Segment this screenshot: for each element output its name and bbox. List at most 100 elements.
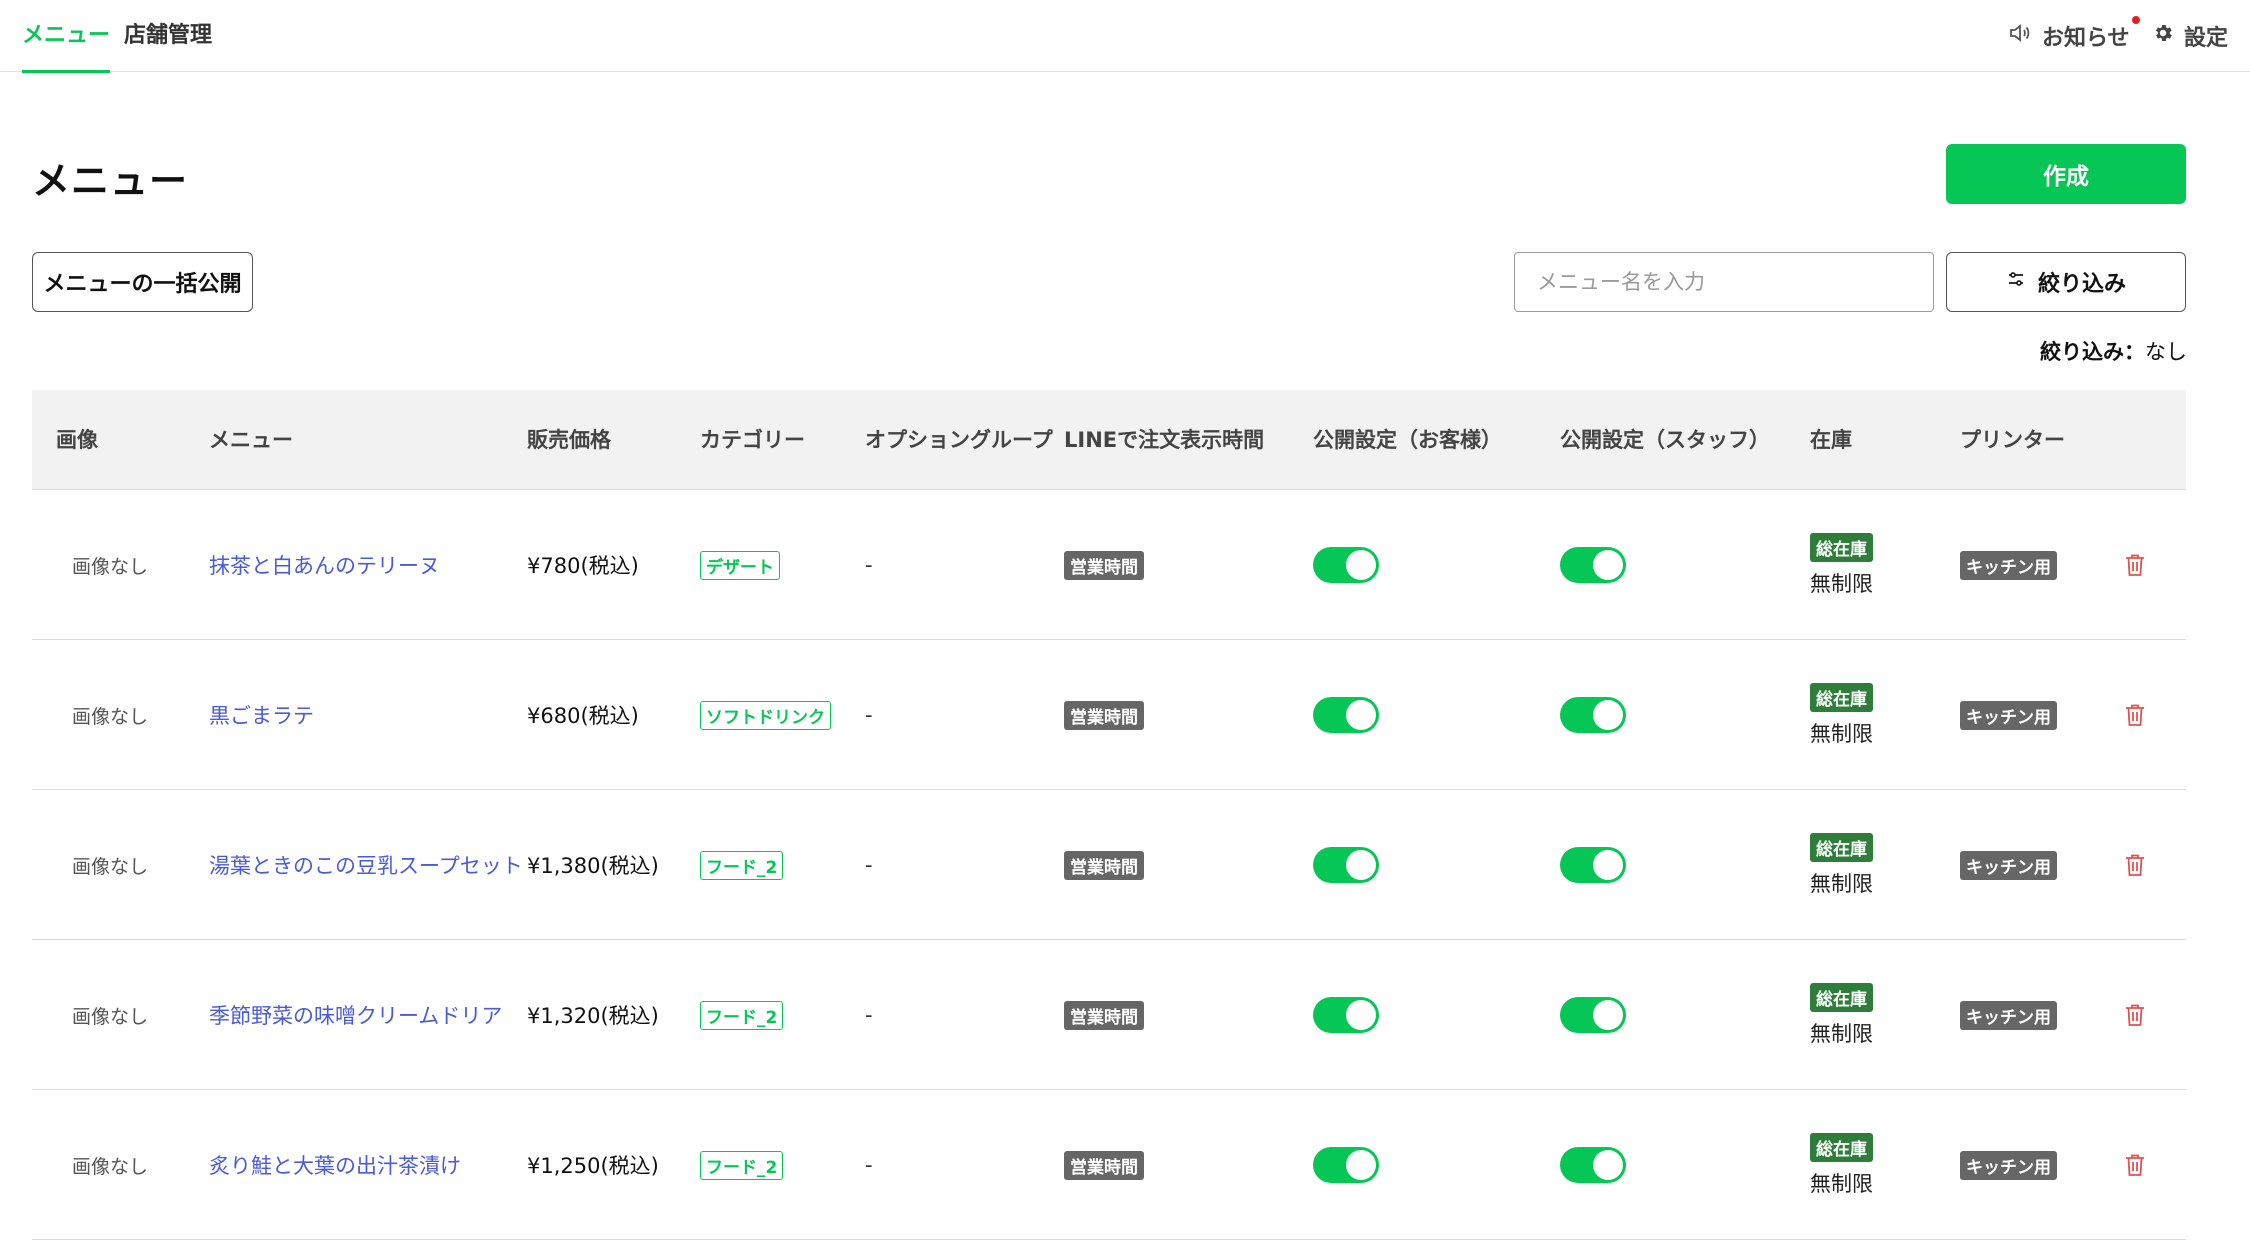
public-customer-toggle[interactable] — [1313, 697, 1379, 733]
option-group: - — [865, 1153, 873, 1177]
public-staff-toggle[interactable] — [1560, 547, 1626, 583]
image-placeholder: 画像なし — [72, 705, 149, 728]
bulk-publish-button[interactable]: メニューの一括公開 — [32, 252, 253, 312]
menu-search-input[interactable] — [1514, 252, 1934, 312]
filter-status-label: 絞り込み： — [2040, 340, 2145, 364]
option-group: - — [865, 853, 873, 877]
notice-button[interactable]: お知らせ — [2008, 0, 2140, 72]
trash-icon[interactable] — [2124, 703, 2146, 727]
printer-badge: キッチン用 — [1960, 1150, 2057, 1180]
trash-icon[interactable] — [2124, 1153, 2146, 1177]
column-header-menu: メニュー — [209, 428, 293, 452]
stock-badge: 総在庫 — [1810, 832, 1873, 862]
sliders-icon — [2006, 269, 2026, 295]
printer-badge: キッチン用 — [1960, 850, 2057, 880]
image-placeholder: 画像なし — [72, 855, 149, 878]
filter-status: 絞り込み：なし — [2040, 336, 2187, 366]
printer-badge: キッチン用 — [1960, 700, 2057, 730]
printer-badge: キッチン用 — [1960, 550, 2057, 580]
image-placeholder: 画像なし — [72, 1005, 149, 1028]
menu-name-link[interactable]: 湯葉ときのこの豆乳スープセット — [209, 790, 523, 940]
public-staff-toggle[interactable] — [1560, 697, 1626, 733]
trash-icon[interactable] — [2124, 1003, 2146, 1027]
toggle-knob — [1593, 550, 1623, 580]
stock-value: 無制限 — [1810, 1171, 1873, 1196]
filter-label: 絞り込み — [2037, 272, 2126, 297]
public-customer-toggle[interactable] — [1313, 997, 1379, 1033]
menu-price: ¥1,250(税込) — [527, 1154, 659, 1178]
toggle-knob — [1593, 700, 1623, 730]
toggle-knob — [1593, 1000, 1623, 1030]
table-row: 画像なし 季節野菜の味噌クリームドリア ¥1,320(税込) フード_2 - 営… — [32, 940, 2186, 1090]
tab-menu[interactable]: メニュー — [22, 0, 111, 73]
option-group: - — [865, 703, 873, 727]
stock-badge: 総在庫 — [1810, 682, 1873, 712]
option-group: - — [865, 553, 873, 577]
page-title: メニュー — [32, 159, 189, 203]
display-time-badge: 営業時間 — [1064, 550, 1144, 580]
stock-value: 無制限 — [1810, 871, 1873, 896]
menu-name-link[interactable]: 季節野菜の味噌クリームドリア — [209, 940, 502, 1090]
gear-icon — [2152, 22, 2174, 50]
image-placeholder: 画像なし — [72, 555, 149, 578]
column-header-public-staff: 公開設定（スタッフ） — [1560, 428, 1770, 452]
display-time-badge: 営業時間 — [1064, 1150, 1144, 1180]
display-time-badge: 営業時間 — [1064, 700, 1144, 730]
public-staff-toggle[interactable] — [1560, 847, 1626, 883]
stock-badge: 総在庫 — [1810, 532, 1873, 562]
menu-name-link[interactable]: 抹茶と白あんのテリーヌ — [209, 490, 440, 640]
tab-store-management[interactable]: 店舗管理 — [124, 0, 212, 72]
notification-dot — [2131, 16, 2140, 24]
toggle-knob — [1346, 1150, 1376, 1180]
column-header-public-customer: 公開設定（お客様） — [1313, 428, 1502, 452]
table-row: 画像なし 炙り鮭と大葉の出汁茶漬け ¥1,250(税込) フード_2 - 営業時… — [32, 1090, 2186, 1240]
public-customer-toggle[interactable] — [1313, 547, 1379, 583]
public-customer-toggle[interactable] — [1313, 847, 1379, 883]
column-header-category: カテゴリー — [700, 428, 805, 452]
menu-name-link[interactable]: 黒ごまラテ — [209, 640, 314, 790]
menu-table: 画像 メニュー 販売価格 カテゴリー オプショングループ LINEで注文表示時間… — [32, 390, 2186, 1240]
column-header-option-group: オプショングループ — [865, 428, 1053, 452]
stock-value: 無制限 — [1810, 721, 1873, 746]
menu-price: ¥780(税込) — [527, 554, 639, 578]
settings-label: 設定 — [2184, 26, 2229, 51]
public-staff-toggle[interactable] — [1560, 997, 1626, 1033]
public-staff-toggle[interactable] — [1560, 1147, 1626, 1183]
menu-price: ¥1,380(税込) — [527, 854, 659, 878]
toggle-knob — [1346, 550, 1376, 580]
column-header-price: 販売価格 — [527, 428, 611, 452]
table-header: 画像 メニュー 販売価格 カテゴリー オプショングループ LINEで注文表示時間… — [32, 390, 2186, 490]
category-badge: フード_2 — [700, 850, 784, 880]
stock-value: 無制限 — [1810, 571, 1873, 596]
toggle-knob — [1346, 850, 1376, 880]
bulk-publish-label: メニューの一括公開 — [43, 272, 242, 297]
category-badge: フード_2 — [700, 1150, 784, 1180]
table-row: 画像なし 抹茶と白あんのテリーヌ ¥780(税込) デザート - 営業時間 総在… — [32, 490, 2186, 640]
public-customer-toggle[interactable] — [1313, 1147, 1379, 1183]
category-badge: ソフトドリンク — [700, 700, 831, 730]
stock-value: 無制限 — [1810, 1021, 1873, 1046]
menu-price: ¥1,320(税込) — [527, 1004, 659, 1028]
stock-badge: 総在庫 — [1810, 982, 1873, 1012]
filter-button[interactable]: 絞り込み — [1946, 252, 2186, 312]
printer-badge: キッチン用 — [1960, 1000, 2057, 1030]
stock-badge: 総在庫 — [1810, 1132, 1873, 1162]
toggle-knob — [1346, 700, 1376, 730]
category-badge: フード_2 — [700, 1000, 784, 1030]
settings-button[interactable]: 設定 — [2152, 0, 2228, 72]
menu-name-link[interactable]: 炙り鮭と大葉の出汁茶漬け — [209, 1090, 461, 1240]
table-row: 画像なし 湯葉ときのこの豆乳スープセット ¥1,380(税込) フード_2 - … — [32, 790, 2186, 940]
toggle-knob — [1593, 1150, 1623, 1180]
table-row: 画像なし 黒ごまラテ ¥680(税込) ソフトドリンク - 営業時間 総在庫 無… — [32, 640, 2186, 790]
column-header-display-time: LINEで注文表示時間 — [1064, 428, 1265, 452]
trash-icon[interactable] — [2124, 853, 2146, 877]
option-group: - — [865, 1003, 873, 1027]
toggle-knob — [1593, 850, 1623, 880]
display-time-badge: 営業時間 — [1064, 1000, 1144, 1030]
speaker-icon — [2008, 21, 2032, 51]
image-placeholder: 画像なし — [72, 1155, 149, 1178]
create-button[interactable]: 作成 — [1946, 144, 2186, 204]
notice-label: お知らせ — [2042, 26, 2130, 51]
column-header-stock: 在庫 — [1810, 428, 1852, 452]
trash-icon[interactable] — [2124, 553, 2146, 577]
